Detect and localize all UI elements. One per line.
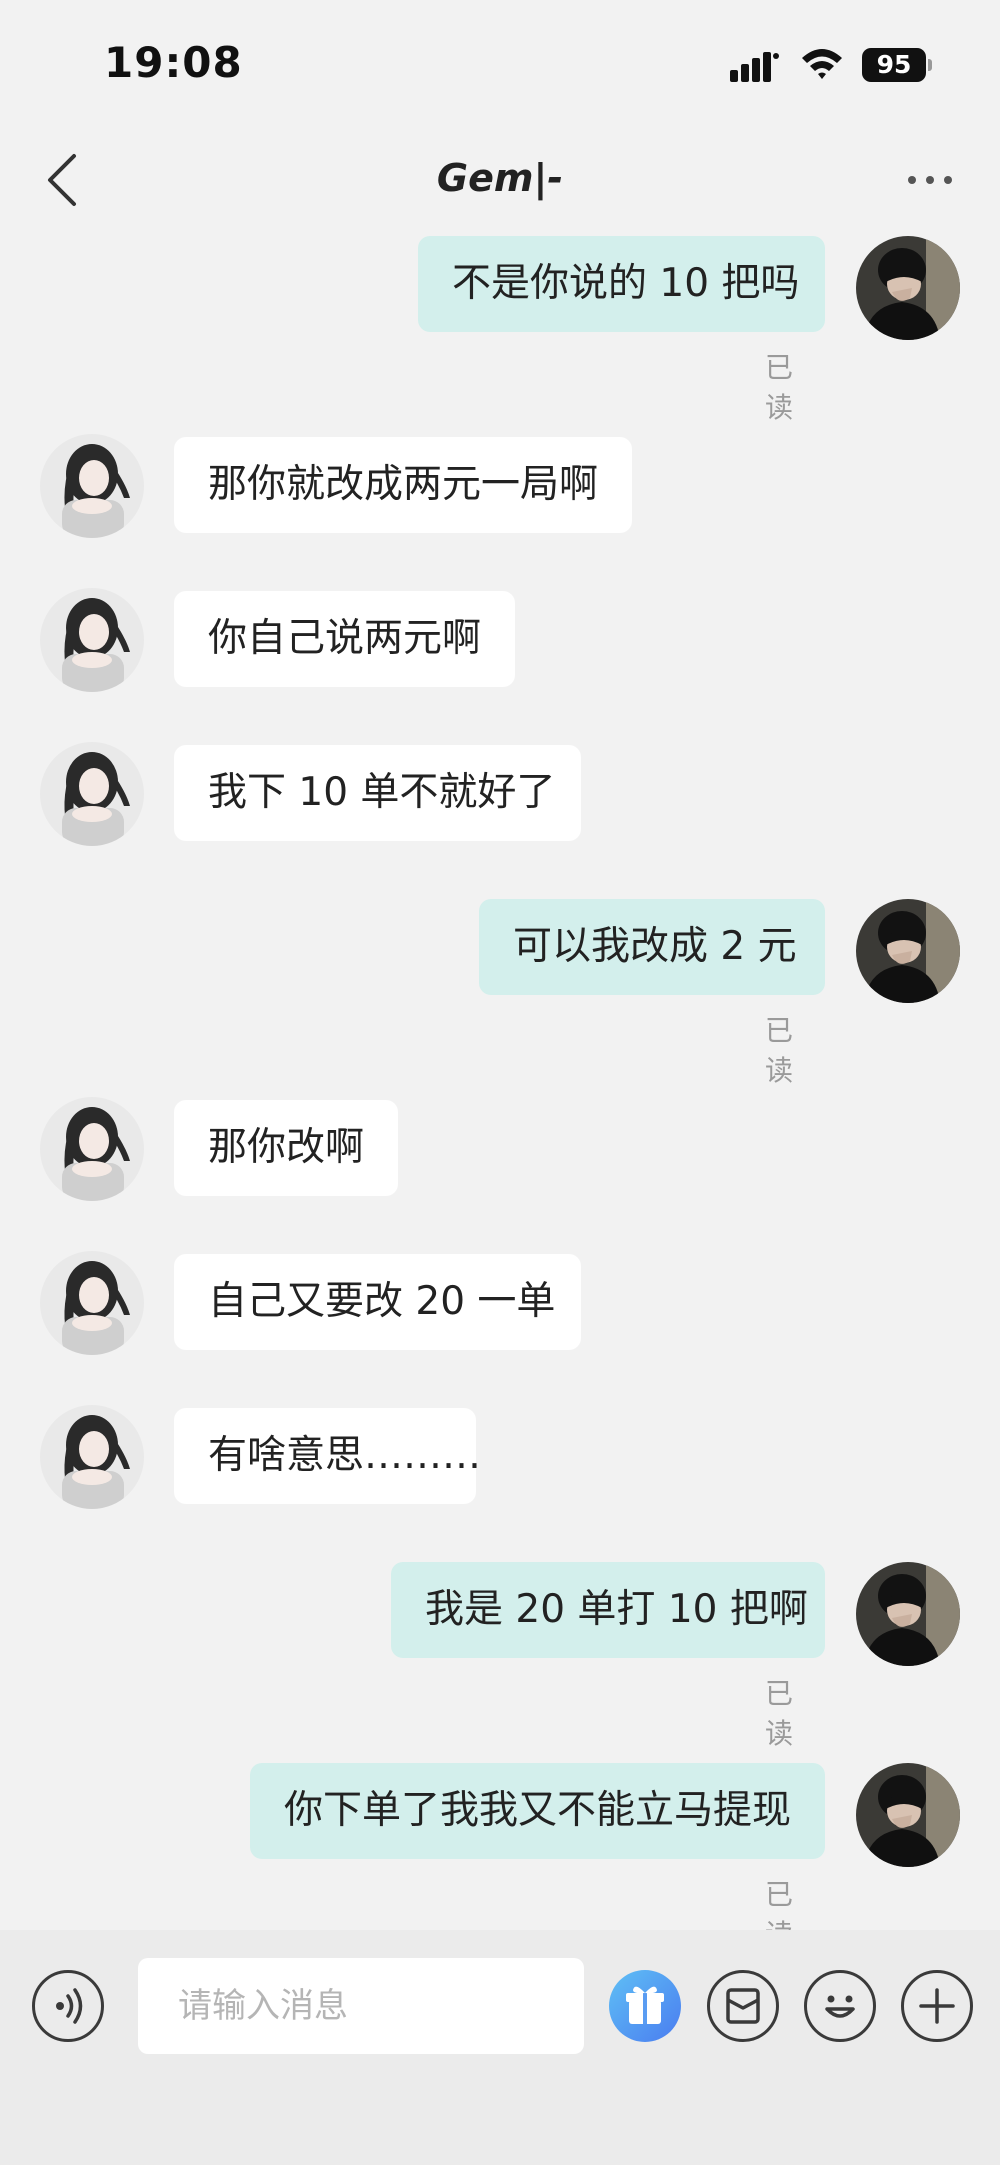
read-receipt: 已读 xyxy=(765,1014,794,1087)
add-icon xyxy=(919,1988,955,2024)
my-avatar[interactable] xyxy=(856,1562,960,1666)
gift-button[interactable] xyxy=(609,1970,681,2042)
message-bubble[interactable]: 自己又要改 20 一单 xyxy=(174,1254,581,1350)
message-bubble[interactable]: 那你改啊 xyxy=(174,1100,398,1196)
add-button[interactable] xyxy=(901,1970,973,2042)
contact-avatar[interactable] xyxy=(40,742,144,846)
my-avatar[interactable] xyxy=(856,1763,960,1867)
emoji-button[interactable] xyxy=(804,1970,876,2042)
read-receipt: 已读 xyxy=(765,1677,794,1750)
message-bubble[interactable]: 我是 20 单打 10 把啊 xyxy=(391,1562,825,1658)
wallet-button[interactable] xyxy=(707,1970,779,2042)
my-avatar[interactable] xyxy=(856,236,960,340)
voice-icon xyxy=(56,1988,83,2024)
message-input[interactable]: 请输入消息 xyxy=(138,1958,584,2054)
voice-button[interactable] xyxy=(32,1970,104,2042)
contact-avatar[interactable] xyxy=(40,1405,144,1509)
message-bubble[interactable]: 我下 10 单不就好了 xyxy=(174,745,581,841)
message-bubble[interactable]: 可以我改成 2 元 xyxy=(479,899,825,995)
my-avatar[interactable] xyxy=(856,899,960,1003)
contact-avatar[interactable] xyxy=(40,434,144,538)
message-bubble[interactable]: 有啥意思……… xyxy=(174,1408,481,1504)
read-receipt: 已读 xyxy=(765,351,794,424)
gift-icon xyxy=(626,1986,664,2024)
message-bubble[interactable]: 你下单了我我又不能立马提现 xyxy=(250,1763,825,1859)
message-bubble[interactable]: 你自己说两元啊 xyxy=(174,591,515,687)
contact-avatar[interactable] xyxy=(40,588,144,692)
message-bubble[interactable]: 那你就改成两元一局啊 xyxy=(174,437,632,533)
contact-avatar[interactable] xyxy=(40,1097,144,1201)
contact-avatar[interactable] xyxy=(40,1251,144,1355)
input-bar: 请输入消息 xyxy=(0,1930,1000,2165)
emoji-icon xyxy=(825,1995,855,2018)
message-bubble[interactable]: 不是你说的 10 把吗 xyxy=(418,236,825,332)
wallet-icon xyxy=(726,1988,760,2024)
message-list: 不是你说的 10 把吗 已读 那你就改成两元一局啊 你自己说两元啊 我下 10 单不就好… xyxy=(0,0,1000,1951)
